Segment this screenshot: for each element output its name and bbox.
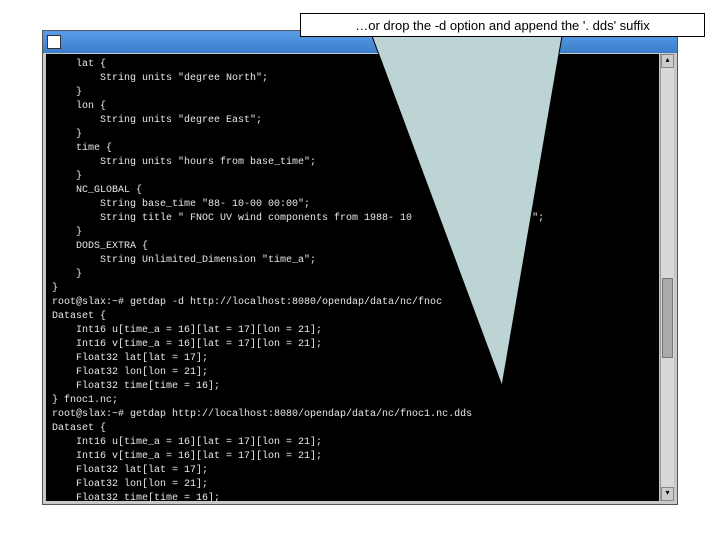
callout-pointer-icon — [372, 36, 592, 396]
scroll-thumb[interactable] — [662, 278, 673, 358]
scroll-up-button[interactable]: ▴ — [661, 54, 674, 68]
callout-annotation: …or drop the -d option and append the '.… — [300, 13, 705, 37]
terminal-icon — [47, 35, 61, 49]
scroll-down-button[interactable]: ▾ — [661, 487, 674, 501]
scrollbar-vertical[interactable]: ▴ ▾ — [660, 54, 674, 501]
callout-text: …or drop the -d option and append the '.… — [355, 18, 650, 33]
